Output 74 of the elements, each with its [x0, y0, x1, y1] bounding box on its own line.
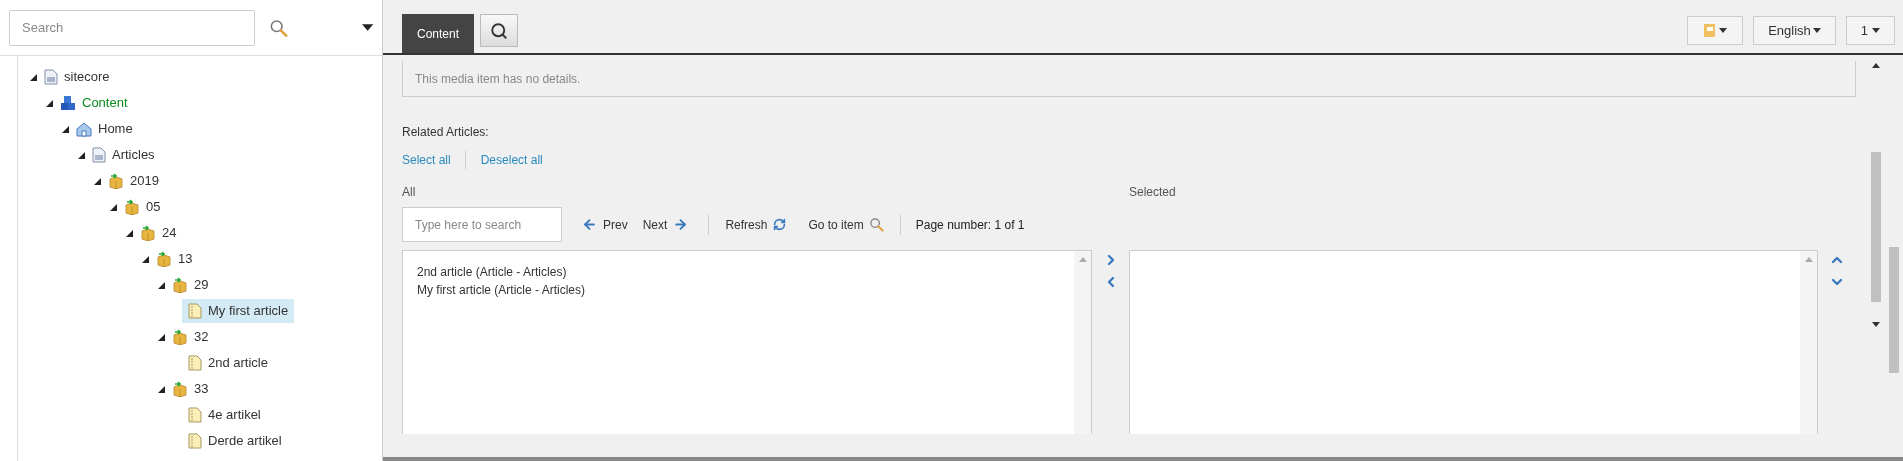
- box-icon: [140, 225, 156, 241]
- dropdown-caret-icon[interactable]: [361, 24, 373, 31]
- box-icon: [172, 329, 188, 345]
- expanded-triangle-icon[interactable]: [77, 151, 85, 159]
- search-tab[interactable]: [480, 14, 519, 47]
- tree-item[interactable]: 2019: [102, 169, 165, 193]
- expanded-triangle-icon[interactable]: [93, 177, 101, 185]
- arrow-right-icon: [673, 217, 689, 232]
- tree-item[interactable]: Articles: [86, 143, 161, 167]
- tree-item[interactable]: 29: [166, 273, 215, 297]
- article-icon: [188, 303, 202, 319]
- tree-item[interactable]: 33: [166, 377, 215, 401]
- tree-item[interactable]: 32: [166, 325, 215, 349]
- expanded-triangle-icon[interactable]: [61, 125, 69, 133]
- selected-label: Selected: [1129, 184, 1176, 201]
- search-field[interactable]: Search: [9, 9, 255, 46]
- field-label: Related Articles:: [402, 124, 490, 141]
- refresh-icon: [773, 218, 787, 231]
- box-icon: [156, 251, 172, 267]
- expanded-triangle-icon[interactable]: [157, 281, 165, 289]
- article-icon: [188, 433, 202, 449]
- expanded-triangle-icon[interactable]: [157, 385, 165, 393]
- caret-icon: [1872, 28, 1880, 33]
- house-icon: [76, 121, 92, 137]
- expanded-triangle-icon[interactable]: [109, 203, 117, 211]
- box-icon: [172, 381, 188, 397]
- language-dropdown[interactable]: English: [1753, 16, 1836, 45]
- article-icon: [188, 407, 202, 423]
- cubes-icon: [60, 95, 76, 111]
- box-icon: [108, 173, 124, 189]
- deselect-all-link[interactable]: Deselect all: [465, 151, 543, 169]
- tree-item[interactable]: 13: [150, 247, 199, 271]
- tree-item[interactable]: Derde artikel: [182, 429, 288, 453]
- box-icon: [124, 199, 140, 215]
- document-icon: [44, 69, 58, 85]
- caret-icon: [1719, 28, 1728, 33]
- select-all-link[interactable]: Select all: [402, 151, 466, 169]
- expanded-triangle-icon[interactable]: [125, 229, 133, 237]
- tree-item[interactable]: 05: [118, 195, 167, 219]
- box-icon: [172, 277, 188, 293]
- refresh-button[interactable]: Refresh: [725, 215, 787, 234]
- content-tab[interactable]: Content: [402, 14, 475, 53]
- tree-item[interactable]: 4e artikel: [182, 403, 267, 427]
- magnifier-icon: [868, 217, 884, 232]
- expanded-triangle-icon[interactable]: [29, 73, 37, 81]
- document-icon: [92, 147, 106, 163]
- search-icon: [490, 21, 509, 40]
- go-to-item-button[interactable]: Go to item: [808, 215, 884, 234]
- expanded-triangle-icon[interactable]: [141, 255, 149, 263]
- scrollbar-thumb[interactable]: [1871, 152, 1881, 302]
- tree-item[interactable]: 2nd article: [182, 351, 274, 375]
- scroll-up-icon[interactable]: [1872, 63, 1880, 68]
- expanded-triangle-icon[interactable]: [45, 99, 53, 107]
- tree-item[interactable]: My first article: [182, 299, 295, 323]
- caret-icon: [1812, 28, 1821, 33]
- page-number: Page number: 1 of 1: [915, 216, 1025, 234]
- details-message: This media item has no details.: [415, 70, 581, 88]
- search-icon: [268, 17, 288, 38]
- tree-item[interactable]: sitecore: [38, 65, 116, 89]
- version-dropdown[interactable]: 1: [1845, 16, 1895, 45]
- expanded-triangle-icon[interactable]: [157, 333, 165, 341]
- article-icon: [188, 355, 202, 371]
- prev-button[interactable]: Prev: [582, 215, 628, 234]
- tree-item[interactable]: 24: [134, 221, 183, 245]
- scrollbar-thumb[interactable]: [1889, 247, 1899, 373]
- next-button[interactable]: Next: [642, 215, 689, 234]
- tree-item[interactable]: Home: [70, 117, 139, 141]
- notebook-icon: [1703, 24, 1716, 37]
- list-item[interactable]: 2nd article (Article - Articles): [417, 263, 567, 281]
- tree-item[interactable]: Content: [54, 91, 134, 115]
- list-item[interactable]: My first article (Article - Articles): [417, 281, 585, 299]
- scroll-down-icon[interactable]: [1872, 322, 1880, 327]
- all-label: All: [402, 184, 417, 201]
- list-search-field[interactable]: Type here to search: [402, 207, 562, 242]
